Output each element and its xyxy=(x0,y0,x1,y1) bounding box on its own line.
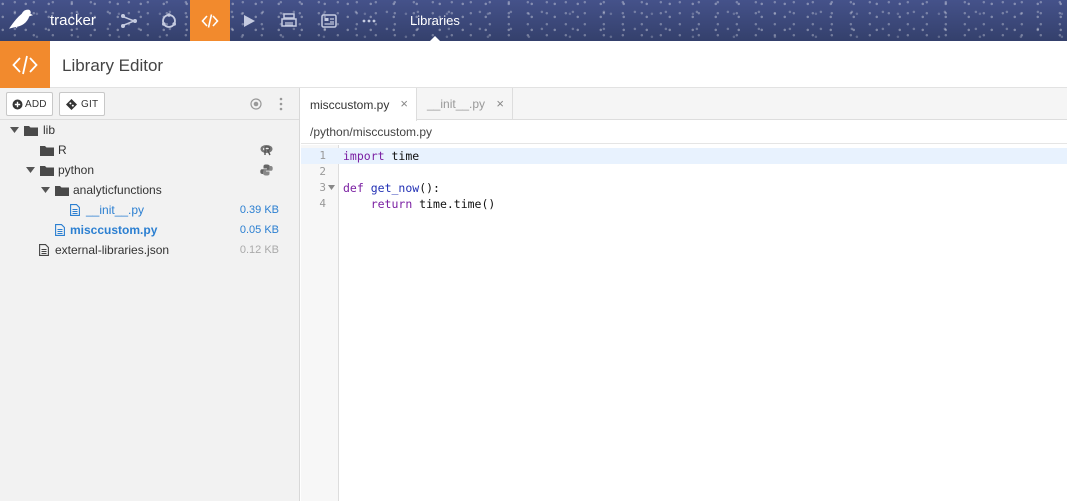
tab-misccustom-py[interactable]: misccustom.py × xyxy=(301,88,417,121)
python-language-icon xyxy=(260,160,273,180)
recipes-icon[interactable] xyxy=(150,0,188,41)
line-number: 4 xyxy=(319,197,326,210)
top-navbar: tracker Libraries xyxy=(0,0,1067,41)
tree-item-init-py[interactable]: __init__.py 0.39 KB xyxy=(0,200,299,220)
tree-label: python xyxy=(58,163,95,177)
sidebar-toolbar: ADD GIT xyxy=(0,88,299,120)
close-icon[interactable]: × xyxy=(496,96,504,111)
tree-item-misccustom-py[interactable]: misccustom.py 0.05 KB xyxy=(0,220,299,240)
git-button[interactable]: GIT xyxy=(59,92,106,116)
close-icon[interactable]: × xyxy=(400,96,408,111)
code-text[interactable]: def get_now(): xyxy=(343,180,440,196)
code-line[interactable]: 1 import time xyxy=(301,148,1067,164)
folder-icon xyxy=(40,140,54,160)
run-icon[interactable] xyxy=(230,0,268,41)
tree-item-python[interactable]: python xyxy=(0,160,299,180)
code-line[interactable]: 2 xyxy=(301,164,1067,180)
tree-label: misccustom.py xyxy=(70,223,158,237)
tree-item-analyticfunctions[interactable]: analyticfunctions xyxy=(0,180,299,200)
code-text[interactable]: return time.time() xyxy=(343,196,496,212)
code-line[interactable]: 3 def get_now(): xyxy=(301,180,1067,196)
git-icon xyxy=(66,98,77,110)
code-icon xyxy=(0,41,50,88)
line-number: 2 xyxy=(319,165,326,178)
file-size: 0.39 KB xyxy=(239,204,279,216)
caret-down-icon[interactable] xyxy=(40,180,50,200)
target-icon[interactable] xyxy=(250,98,262,110)
library-sidebar: ADD GIT lib R python analyticfunctions _… xyxy=(0,88,300,501)
add-button[interactable]: ADD xyxy=(6,92,53,116)
line-number: 3 xyxy=(319,181,326,194)
add-button-label: ADD xyxy=(25,98,47,110)
plus-circle-icon xyxy=(12,99,23,109)
tree-label: external-libraries.json xyxy=(55,243,170,257)
tree-label: __init__.py xyxy=(86,203,145,217)
file-icon xyxy=(70,200,80,220)
tab-label: __init__.py xyxy=(427,97,486,111)
more-vertical-icon[interactable] xyxy=(276,96,286,112)
tree-label: analyticfunctions xyxy=(73,183,162,197)
bird-logo-icon[interactable] xyxy=(8,8,34,33)
page-header: Library Editor xyxy=(0,41,1067,88)
code-area[interactable]: 1 import time 2 3 def get_now(): 4 retur… xyxy=(301,145,1067,501)
flow-icon[interactable] xyxy=(110,0,148,41)
code-editor-panel: misccustom.py × __init__.py × /python/mi… xyxy=(301,88,1067,501)
brand[interactable]: tracker xyxy=(8,0,96,41)
page-title: Library Editor xyxy=(62,56,164,75)
tree-item-lib[interactable]: lib xyxy=(0,120,299,140)
fold-caret-icon[interactable] xyxy=(328,185,335,190)
line-number: 1 xyxy=(319,149,326,162)
tree-label: R xyxy=(58,143,67,157)
tree-item-r[interactable]: R xyxy=(0,140,299,160)
more-icon[interactable] xyxy=(350,0,388,41)
folder-icon xyxy=(40,160,54,180)
git-button-label: GIT xyxy=(81,98,99,110)
tree-label: lib xyxy=(43,123,56,137)
code-icon[interactable] xyxy=(190,0,230,41)
file-path: /python/misccustom.py xyxy=(301,120,1067,144)
file-size: 0.05 KB xyxy=(239,224,279,236)
tab-label: misccustom.py xyxy=(310,97,390,112)
editor-tabs: misccustom.py × __init__.py × xyxy=(301,88,1067,121)
folder-icon xyxy=(55,180,69,200)
nav-libraries[interactable]: Libraries xyxy=(410,0,460,41)
caret-down-icon[interactable] xyxy=(25,160,35,180)
project-name[interactable]: tracker xyxy=(50,12,96,29)
dashboard-icon[interactable] xyxy=(310,0,348,41)
printer-icon[interactable] xyxy=(270,0,308,41)
tree-item-external-libraries-json[interactable]: external-libraries.json 0.12 KB xyxy=(0,240,299,260)
file-icon xyxy=(39,240,49,260)
r-language-icon xyxy=(260,140,273,160)
folder-icon xyxy=(24,120,38,140)
code-line[interactable]: 4 return time.time() xyxy=(301,196,1067,212)
caret-down-icon[interactable] xyxy=(9,120,19,140)
tab-init-py[interactable]: __init__.py × xyxy=(417,88,513,120)
code-text[interactable]: import time xyxy=(343,148,419,164)
file-tree: lib R python analyticfunctions __init__.… xyxy=(0,120,299,260)
file-icon xyxy=(55,220,65,240)
file-size: 0.12 KB xyxy=(239,244,279,256)
